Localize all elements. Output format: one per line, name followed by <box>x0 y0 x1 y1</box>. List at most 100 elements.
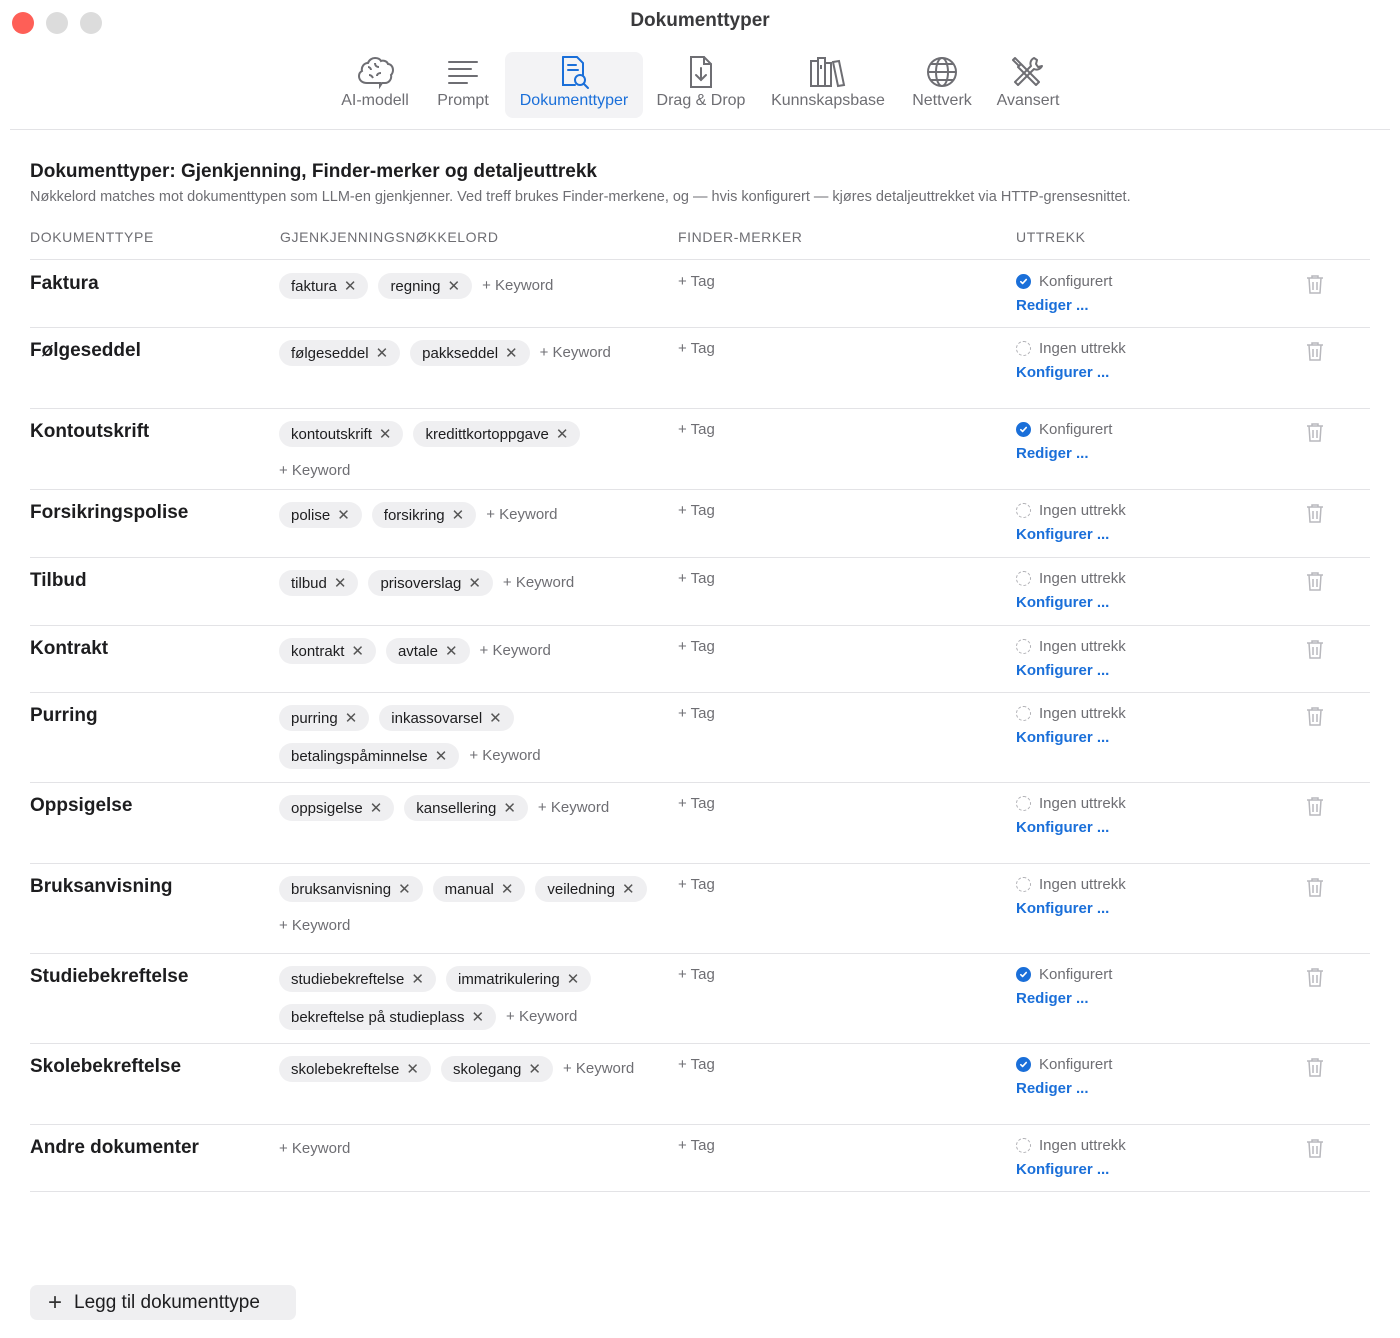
add-tag-button[interactable]: + Tag <box>678 340 715 357</box>
add-document-type-button[interactable]: + Legg til dokumenttype <box>30 1285 296 1320</box>
configure-extract-link[interactable]: Konfigurer ... <box>1016 662 1109 679</box>
remove-keyword-icon[interactable]: ✕ <box>528 1060 541 1078</box>
tab-drag-and-drop[interactable]: Drag & Drop <box>650 52 752 118</box>
remove-keyword-icon[interactable]: ✕ <box>501 880 514 898</box>
remove-keyword-icon[interactable]: ✕ <box>622 880 635 898</box>
remove-keyword-icon[interactable]: ✕ <box>468 574 481 592</box>
remove-keyword-icon[interactable]: ✕ <box>503 799 516 817</box>
add-keyword-button[interactable]: + Keyword <box>482 274 553 298</box>
remove-keyword-icon[interactable]: ✕ <box>351 642 364 660</box>
document-type-name: Purring <box>30 705 98 726</box>
keyword-chip-label: pakkseddel <box>422 344 499 362</box>
books-icon <box>764 52 892 92</box>
add-tag-button[interactable]: + Tag <box>678 502 715 519</box>
remove-keyword-icon[interactable]: ✕ <box>345 709 358 727</box>
configure-extract-link[interactable]: Konfigurer ... <box>1016 900 1109 917</box>
add-keyword-button[interactable]: + Keyword <box>279 1137 350 1161</box>
remove-keyword-icon[interactable]: ✕ <box>505 344 518 362</box>
remove-keyword-icon[interactable]: ✕ <box>344 277 357 295</box>
trash-icon[interactable] <box>1306 967 1324 993</box>
remove-keyword-icon[interactable]: ✕ <box>452 506 465 524</box>
remove-keyword-icon[interactable]: ✕ <box>447 277 460 295</box>
document-type-name: Faktura <box>30 273 99 294</box>
extract-status-label: Ingen uttrekk <box>1039 1137 1126 1154</box>
remove-keyword-icon[interactable]: ✕ <box>445 642 458 660</box>
edit-extract-link[interactable]: Rediger ... <box>1016 990 1089 1007</box>
add-tag-button[interactable]: + Tag <box>678 966 715 983</box>
edit-extract-link[interactable]: Rediger ... <box>1016 297 1089 314</box>
document-type-name: Studiebekreftelse <box>30 966 189 987</box>
trash-icon[interactable] <box>1306 1057 1324 1083</box>
add-keyword-button[interactable]: + Keyword <box>486 503 557 527</box>
add-keyword-button[interactable]: + Keyword <box>540 341 611 365</box>
add-tag-button[interactable]: + Tag <box>678 705 715 722</box>
remove-keyword-icon[interactable]: ✕ <box>370 799 383 817</box>
trash-icon[interactable] <box>1306 274 1324 300</box>
remove-keyword-icon[interactable]: ✕ <box>337 506 350 524</box>
window-title: Dokumenttyper <box>630 10 770 31</box>
edit-extract-link[interactable]: Rediger ... <box>1016 1080 1089 1097</box>
add-tag-button[interactable]: + Tag <box>678 1137 715 1154</box>
add-tag-button[interactable]: + Tag <box>678 638 715 655</box>
trash-icon[interactable] <box>1306 877 1324 903</box>
extract-status: Ingen uttrekk <box>1016 795 1126 812</box>
extract-status: Konfigurert <box>1016 966 1112 983</box>
remove-keyword-icon[interactable]: ✕ <box>406 1060 419 1078</box>
trash-icon[interactable] <box>1306 639 1324 665</box>
remove-keyword-icon[interactable]: ✕ <box>471 1008 484 1026</box>
tab-avansert[interactable]: Avansert <box>990 52 1066 118</box>
configure-extract-link[interactable]: Konfigurer ... <box>1016 526 1109 543</box>
remove-keyword-icon[interactable]: ✕ <box>398 880 411 898</box>
tab-prompt[interactable]: Prompt <box>428 52 498 118</box>
remove-keyword-icon[interactable]: ✕ <box>334 574 347 592</box>
configure-extract-link[interactable]: Konfigurer ... <box>1016 594 1109 611</box>
add-keyword-button[interactable]: + Keyword <box>469 744 540 768</box>
add-tag-button[interactable]: + Tag <box>678 795 715 812</box>
keyword-chip: oppsigelse ✕ <box>279 795 395 821</box>
remove-keyword-icon[interactable]: ✕ <box>435 747 448 765</box>
tab-label: Nettverk <box>912 92 972 109</box>
keyword-chip-label: kontrakt <box>291 642 345 660</box>
trash-icon[interactable] <box>1306 341 1324 367</box>
add-tag-button[interactable]: + Tag <box>678 421 715 438</box>
tab-label: Prompt <box>437 92 489 109</box>
add-tag-button[interactable]: + Tag <box>678 570 715 587</box>
keyword-chip-label: kansellering <box>416 799 497 817</box>
remove-keyword-icon[interactable]: ✕ <box>379 425 392 443</box>
trash-icon[interactable] <box>1306 571 1324 597</box>
configure-extract-link[interactable]: Konfigurer ... <box>1016 729 1109 746</box>
trash-icon[interactable] <box>1306 1138 1324 1164</box>
table-row: Skolebekreftelse skolebekreftelse ✕ skolega… <box>30 1043 1370 1124</box>
keyword-chip: prisoverslag ✕ <box>368 570 493 596</box>
add-keyword-button[interactable]: + Keyword <box>279 914 350 938</box>
configure-extract-link[interactable]: Konfigurer ... <box>1016 364 1109 381</box>
remove-keyword-icon[interactable]: ✕ <box>489 709 502 727</box>
add-keyword-button[interactable]: + Keyword <box>503 571 574 595</box>
add-keyword-button[interactable]: + Keyword <box>506 1005 577 1029</box>
remove-keyword-icon[interactable]: ✕ <box>411 970 424 988</box>
trash-icon[interactable] <box>1306 503 1324 529</box>
tab-kunnskapsbase[interactable]: Kunnskapsbase <box>764 52 892 118</box>
add-keyword-button[interactable]: + Keyword <box>480 639 551 663</box>
add-tag-button[interactable]: + Tag <box>678 1056 715 1073</box>
tab-nettverk[interactable]: Nettverk <box>902 52 982 118</box>
add-keyword-button[interactable]: + Keyword <box>563 1057 634 1081</box>
trash-icon[interactable] <box>1306 706 1324 732</box>
remove-keyword-icon[interactable]: ✕ <box>567 970 580 988</box>
trash-icon[interactable] <box>1306 422 1324 448</box>
add-keyword-button[interactable]: + Keyword <box>538 796 609 820</box>
configure-extract-link[interactable]: Konfigurer ... <box>1016 819 1109 836</box>
tab-dokumenttyper[interactable]: Dokumenttyper <box>505 52 643 118</box>
keyword-list: faktura ✕ regning ✕ + Keyword <box>279 273 649 299</box>
add-tag-button[interactable]: + Tag <box>678 273 715 290</box>
tab-ai-modell[interactable]: AI-modell <box>330 52 420 118</box>
configure-extract-link[interactable]: Konfigurer ... <box>1016 1161 1109 1178</box>
trash-icon[interactable] <box>1306 796 1324 822</box>
extract-status-label: Ingen uttrekk <box>1039 340 1126 357</box>
add-keyword-button[interactable]: + Keyword <box>279 459 350 483</box>
add-tag-button[interactable]: + Tag <box>678 876 715 893</box>
keyword-chip: kontoutskrift ✕ <box>279 421 404 447</box>
remove-keyword-icon[interactable]: ✕ <box>376 344 389 362</box>
remove-keyword-icon[interactable]: ✕ <box>556 425 569 443</box>
edit-extract-link[interactable]: Rediger ... <box>1016 445 1089 462</box>
